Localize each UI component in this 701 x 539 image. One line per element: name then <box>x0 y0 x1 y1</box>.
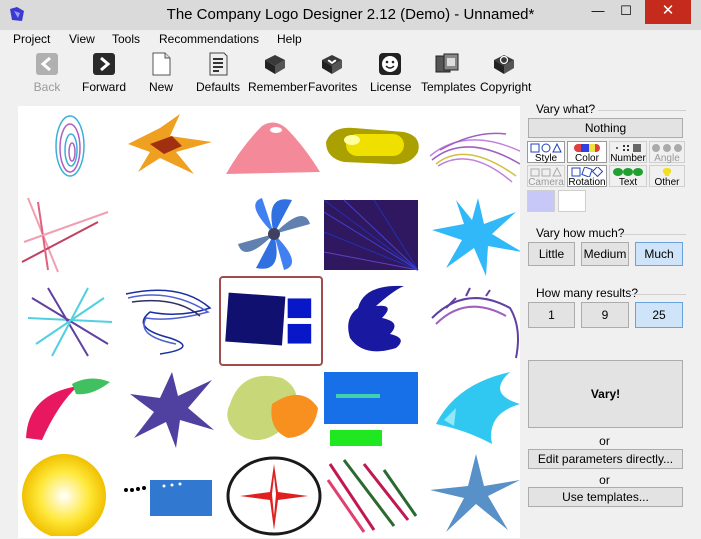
menu-recommendations[interactable]: Recommendations <box>159 32 259 46</box>
smiley-icon <box>379 53 401 75</box>
vary-how-much-label: Vary how much? <box>536 226 625 240</box>
tab-other[interactable]: Other <box>649 165 685 188</box>
copyright-icon <box>494 55 514 74</box>
results-9-button[interactable]: 9 <box>581 302 629 328</box>
logo-purple-arc[interactable] <box>426 278 528 364</box>
logo-blue-pinwheel[interactable] <box>222 192 324 278</box>
logo-green-orange-blobs[interactable] <box>222 364 324 450</box>
menu-help[interactable]: Help <box>277 32 302 46</box>
forward-arrow-icon <box>93 53 115 75</box>
nothing-button[interactable]: Nothing <box>528 118 683 138</box>
text-blobs-icon <box>613 168 643 176</box>
medium-button[interactable]: Medium <box>581 242 629 266</box>
logo-compass[interactable] <box>222 450 324 536</box>
menu-view[interactable]: View <box>69 32 95 46</box>
logo-purple-star[interactable] <box>120 364 222 450</box>
vary-panel: Vary what? Nothing Style Color Number An… <box>526 96 701 539</box>
templates-icon <box>435 53 459 73</box>
tab-text[interactable]: Text <box>609 165 647 188</box>
remember-button[interactable]: Remember <box>248 50 307 94</box>
rotation-shapes-icon <box>571 167 604 177</box>
logo-gallery <box>18 106 526 538</box>
forward-button[interactable]: Forward <box>82 50 126 94</box>
book-icon <box>265 55 285 74</box>
logo-cyan-fan[interactable] <box>426 364 528 450</box>
logo-red-green-rays[interactable] <box>324 450 426 536</box>
logo-yellow-capsule[interactable] <box>324 106 426 192</box>
new-button[interactable]: New <box>146 50 176 94</box>
angle-circles-icon <box>652 144 682 152</box>
tab-number[interactable]: Number <box>609 141 647 164</box>
favorites-button[interactable]: Favorites <box>308 50 357 94</box>
license-button[interactable]: License <box>370 50 411 94</box>
logo-blue-cross[interactable] <box>426 450 528 536</box>
logo-purple-rays-square[interactable] <box>324 192 426 278</box>
logo-purple-fan[interactable] <box>426 106 528 192</box>
tab-rotation[interactable]: Rotation <box>567 165 607 188</box>
back-arrow-icon <box>36 53 58 75</box>
maximize-button[interactable]: ☐ <box>612 0 640 24</box>
or-label-1: or <box>599 434 610 448</box>
copyright-button[interactable]: Copyright <box>480 50 531 94</box>
color-swatch-2[interactable] <box>558 190 586 212</box>
vary-what-label: Vary what? <box>536 102 596 116</box>
logo-asterisk-lines[interactable] <box>18 278 120 364</box>
edit-parameters-button[interactable]: Edit parameters directly... <box>528 449 683 469</box>
toolbar: Back Forward New Defaults Remember Favor… <box>0 48 701 102</box>
number-dots-icon <box>616 144 641 152</box>
how-many-results-label: How many results? <box>536 286 639 300</box>
lightbulb-icon <box>662 168 672 176</box>
defaults-document-icon <box>209 52 228 76</box>
logo-blue-star[interactable] <box>426 192 528 278</box>
logo-red-green-feather[interactable] <box>18 364 120 450</box>
templates-button[interactable]: Templates <box>421 50 476 94</box>
color-swatch-1[interactable] <box>527 190 555 212</box>
tab-color[interactable]: Color <box>567 141 607 164</box>
menu-bar: Project View Tools Recommendations Help <box>0 30 701 48</box>
logo-swirl-rings[interactable] <box>18 106 120 192</box>
close-button[interactable]: ✕ <box>645 0 691 24</box>
logo-empty[interactable] <box>120 192 222 278</box>
logo-pink-lines[interactable] <box>18 192 120 278</box>
tab-angle[interactable]: Angle <box>649 141 685 164</box>
title-bar: The Company Logo Designer 2.12 (Demo) - … <box>0 0 701 30</box>
logo-yellow-sun[interactable] <box>18 450 120 536</box>
logo-orange-splash[interactable] <box>120 106 222 192</box>
camera-shapes-icon <box>530 167 562 177</box>
or-label-2: or <box>599 473 610 487</box>
shapes-icon <box>530 143 562 153</box>
logo-blue-green-rectangles[interactable] <box>324 364 426 450</box>
minimize-button[interactable]: — <box>584 0 612 24</box>
back-button[interactable]: Back <box>28 50 66 94</box>
logo-blue-spiral[interactable] <box>324 278 426 364</box>
heart-book-icon <box>322 55 342 74</box>
defaults-button[interactable]: Defaults <box>196 50 240 94</box>
color-bar-icon <box>574 144 600 152</box>
menu-project[interactable]: Project <box>13 32 50 46</box>
much-button[interactable]: Much <box>635 242 683 266</box>
vary-button[interactable]: Vary! <box>528 360 683 428</box>
tab-camera[interactable]: Camera <box>527 165 565 188</box>
logo-blue-scribble[interactable] <box>120 278 222 364</box>
use-templates-button[interactable]: Use templates... <box>528 487 683 507</box>
logo-pink-mound[interactable] <box>222 106 324 192</box>
results-1-button[interactable]: 1 <box>528 302 575 328</box>
logo-navy-squares[interactable] <box>219 276 323 366</box>
tab-style[interactable]: Style <box>527 141 565 164</box>
results-25-button[interactable]: 25 <box>635 302 683 328</box>
menu-tools[interactable]: Tools <box>112 32 140 46</box>
new-document-icon <box>152 52 171 76</box>
little-button[interactable]: Little <box>528 242 575 266</box>
logo-blue-dotted-rect[interactable] <box>120 450 222 536</box>
